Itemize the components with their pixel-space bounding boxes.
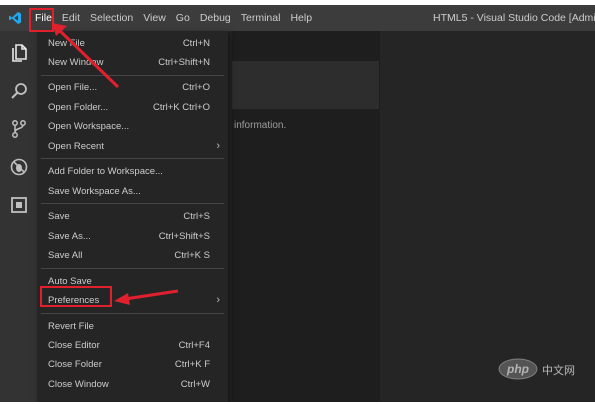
php-logo-text: php: [506, 362, 529, 376]
watermark: php 中文网: [498, 358, 575, 385]
vscode-window: File Edit Selection View Go Debug Termin…: [0, 5, 595, 402]
annotation-arrows: [52, 23, 179, 305]
arrow-to-preferences: [114, 289, 179, 305]
watermark-text: 中文网: [542, 364, 575, 377]
php-logo: php: [498, 358, 538, 380]
arrow-to-file-menu: [52, 23, 120, 89]
